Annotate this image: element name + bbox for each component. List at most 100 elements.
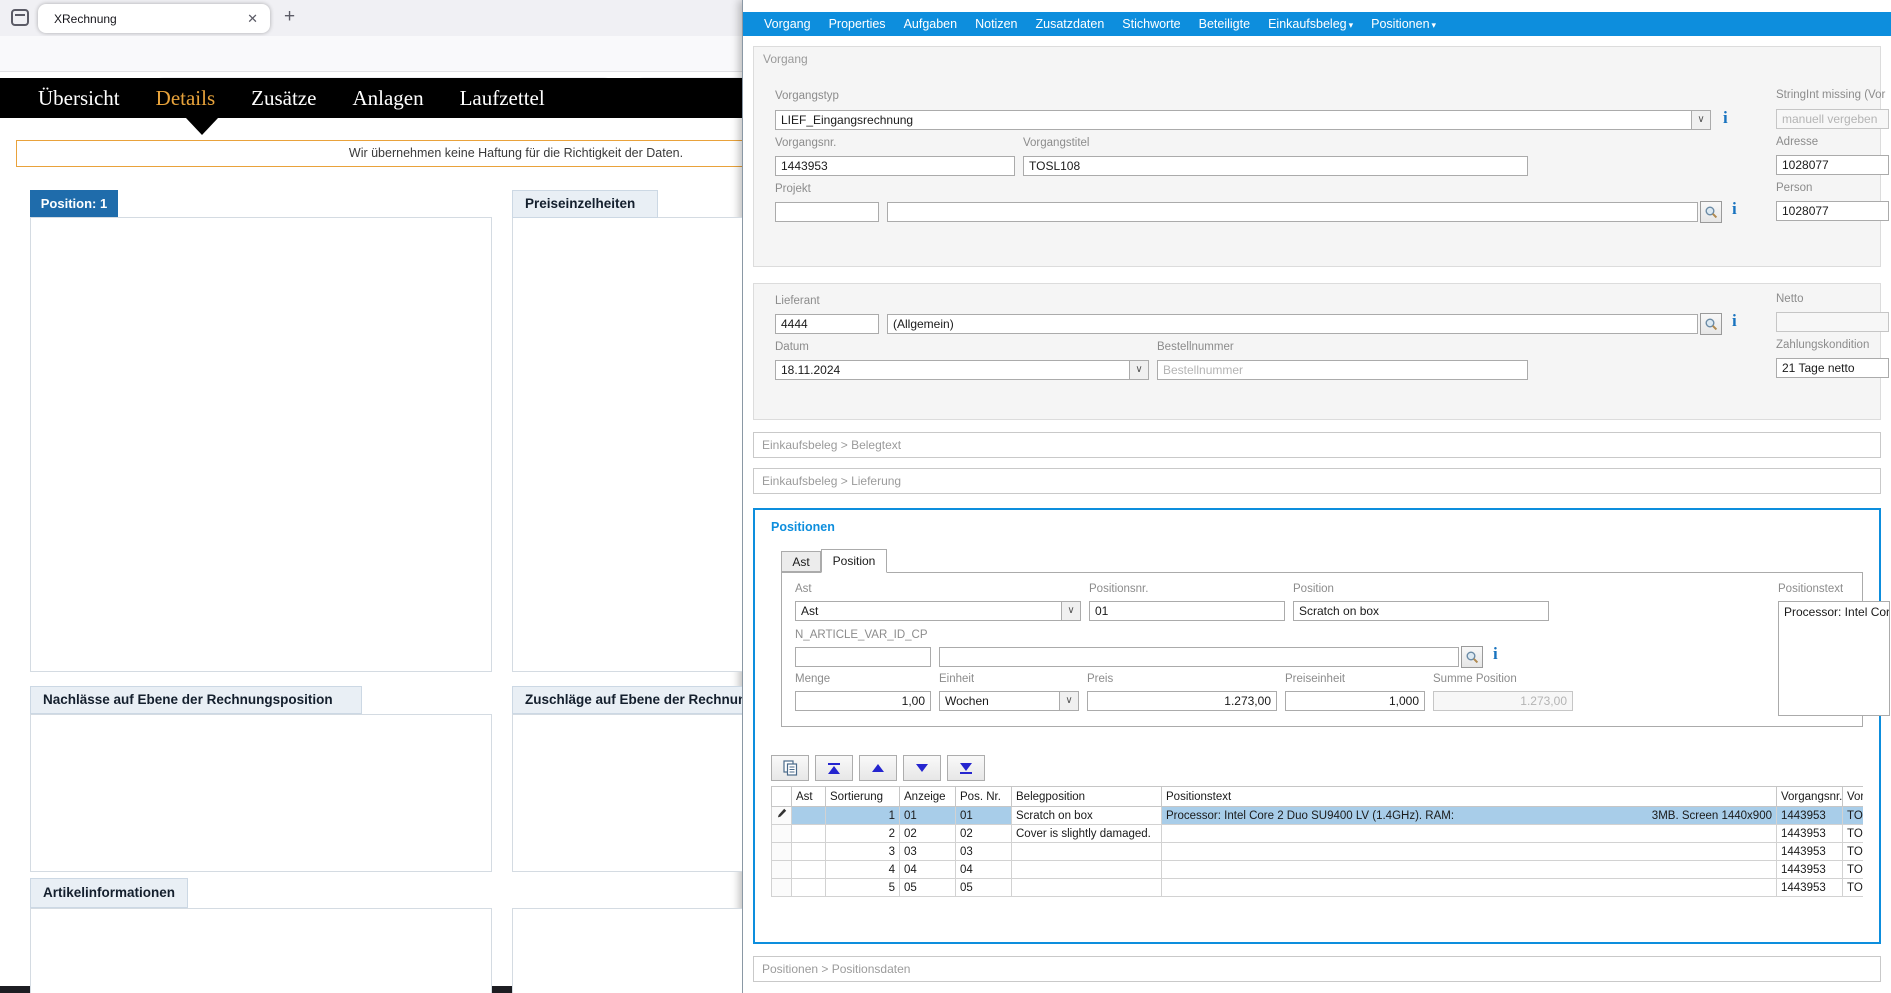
zuschlag-card (512, 714, 742, 872)
magnifier-icon (1704, 317, 1718, 331)
table-row[interactable]: 3 03 03 1443953 TOSL108 (772, 843, 1864, 861)
section-einkaufsbeleg-lieferung[interactable]: Einkaufsbeleg > Lieferung (753, 468, 1881, 494)
article-nr-input[interactable] (795, 647, 931, 667)
browser-window: XRechnung file:///C:/data/xRechnung/Visu… (0, 0, 742, 993)
zahlungskondition-input[interactable]: 21 Tage netto (1776, 358, 1889, 378)
tab-title: XRechnung (54, 12, 117, 26)
nav-anlagen[interactable]: Anlagen (352, 86, 423, 111)
move-top-button[interactable] (815, 755, 853, 781)
menu-stichworte[interactable]: Stichworte (1113, 17, 1189, 31)
beleg-groupbox (753, 283, 1881, 420)
position-badge: Position: 1 (30, 190, 118, 218)
field-label: Adresse (1776, 136, 1818, 148)
combo-arrow-icon[interactable] (1059, 692, 1078, 710)
menu-properties[interactable]: Properties (820, 17, 895, 31)
table-row[interactable]: 5 05 05 1443953 TOSL108 (772, 879, 1864, 897)
lookup-button[interactable] (1461, 646, 1483, 668)
artikel-card-header: Artikelinformationen (30, 878, 188, 908)
einheit-select[interactable]: Wochen (939, 691, 1079, 711)
vorgangstyp-select[interactable]: LIEF_Eingangsrechnung (775, 110, 1711, 130)
field-label: Einheit (939, 673, 974, 685)
move-down-button[interactable] (903, 755, 941, 781)
nav-details[interactable]: Details (156, 86, 215, 111)
move-up-button[interactable] (859, 755, 897, 781)
datum-select[interactable]: 18.11.2024 (775, 360, 1149, 380)
disclaimer-text: Wir übernehmen keine Haftung für die Ric… (17, 141, 742, 166)
pencil-icon (777, 808, 787, 820)
nav-zusaetze[interactable]: Zusätze (251, 86, 316, 111)
move-bottom-button[interactable] (947, 755, 985, 781)
preiseinheit-input[interactable]: 1,000 (1285, 691, 1425, 711)
field-label: Menge (795, 673, 830, 685)
field-label: Bestellnummer (1157, 341, 1234, 353)
nav-uebersicht[interactable]: Übersicht (38, 86, 120, 111)
menu-positionen[interactable]: Positionen (1362, 17, 1445, 31)
info-icon[interactable] (1493, 644, 1498, 664)
combo-arrow-icon[interactable] (1129, 361, 1148, 379)
arrow-up-icon (872, 764, 884, 772)
bestellnummer-input[interactable] (1157, 360, 1528, 380)
vorgangsnr-input[interactable]: 1443953 (775, 156, 1015, 176)
field-label: Lieferant (775, 295, 820, 307)
table-row[interactable]: 4 04 04 1443953 TOSL108 (772, 861, 1864, 879)
table-row[interactable]: 2 02 02 Cover is slightly damaged. 14439… (772, 825, 1864, 843)
menu-vorgang[interactable]: Vorgang (755, 17, 820, 31)
lieferant-nr-input[interactable]: 4444 (775, 314, 879, 334)
field-label: Person (1776, 182, 1812, 194)
tab-library-icon[interactable] (11, 9, 29, 26)
field-label: Projekt (775, 183, 811, 195)
article-name-input[interactable] (939, 647, 1459, 667)
menu-einkaufsbeleg[interactable]: Einkaufsbeleg (1259, 17, 1362, 31)
netto-input[interactable] (1776, 312, 1889, 332)
projekt-nr-input[interactable] (775, 202, 879, 222)
adresse-input[interactable]: 1028077 (1776, 155, 1889, 175)
page-nav-bar: Übersicht Details Zusätze Anlagen Laufze… (0, 78, 742, 118)
tab-position[interactable]: Position (821, 549, 887, 573)
info-icon[interactable] (1732, 311, 1737, 331)
magnifier-icon (1465, 650, 1479, 664)
positionsnr-input[interactable]: 01 (1089, 601, 1285, 621)
nav-laufzettel[interactable]: Laufzettel (460, 86, 545, 111)
copy-row-button[interactable] (771, 755, 809, 781)
lookup-button[interactable] (1700, 201, 1722, 223)
field-label: Vorgangstyp (775, 90, 839, 102)
combo-arrow-icon[interactable] (1061, 602, 1080, 620)
browser-tab-strip: XRechnung (0, 0, 742, 36)
tab-ast[interactable]: Ast (781, 551, 821, 572)
desktop: XRechnung file:///C:/data/xRechnung/Visu… (0, 0, 1891, 993)
combo-arrow-icon[interactable] (1691, 111, 1710, 129)
zuschlag-card-header: Zuschläge auf Ebene der Rechnungspositio… (512, 686, 742, 714)
position-input[interactable]: Scratch on box (1293, 601, 1549, 621)
projekt-name-input[interactable] (887, 202, 1698, 222)
artikel-card (30, 908, 492, 993)
section-einkaufsbeleg-belegtext[interactable]: Einkaufsbeleg > Belegtext (753, 432, 1881, 458)
positionstext-textarea[interactable]: Processor: Intel Core 2 Duo SU9400 LV (1… (1778, 601, 1890, 716)
table-row[interactable]: 1 01 01 Scratch on box Processor: Intel … (772, 807, 1864, 825)
preis-input[interactable]: 1.273,00 (1087, 691, 1277, 711)
info-icon[interactable] (1732, 199, 1737, 219)
move-bottom-icon (960, 763, 972, 774)
new-tab-icon[interactable] (284, 6, 295, 28)
person-input[interactable]: 1028077 (1776, 201, 1889, 221)
menu-aufgaben[interactable]: Aufgaben (895, 17, 967, 31)
menu-beteiligte[interactable]: Beteiligte (1190, 17, 1259, 31)
nachlass-card-header: Nachlässe auf Ebene der Rechnungspositio… (30, 686, 362, 714)
menu-notizen[interactable]: Notizen (966, 17, 1026, 31)
chevron-down-icon (1432, 20, 1437, 30)
info-icon[interactable] (1723, 108, 1728, 128)
vorgangstitel-input[interactable]: TOSL108 (1023, 156, 1528, 176)
lieferant-name-input[interactable]: (Allgemein) (887, 314, 1698, 334)
nachlass-card (30, 714, 492, 872)
copy-icon (783, 760, 798, 776)
positions-table: Ast Sortierung Anzeige Pos. Nr. Belegpos… (771, 786, 1863, 898)
lookup-button[interactable] (1700, 313, 1722, 335)
ast-select[interactable]: Ast (795, 601, 1081, 621)
tab-close-icon[interactable] (247, 11, 258, 27)
section-positionen-positionsdaten[interactable]: Positionen > Positionsdaten (753, 956, 1881, 982)
stringint-input[interactable]: manuell vergeben (1776, 109, 1889, 129)
active-tab-pointer (186, 118, 218, 135)
menu-zusatzdaten[interactable]: Zusatzdaten (1026, 17, 1113, 31)
field-label: Netto (1776, 293, 1804, 305)
menge-input[interactable]: 1,00 (795, 691, 931, 711)
browser-tab[interactable]: XRechnung (38, 4, 270, 33)
